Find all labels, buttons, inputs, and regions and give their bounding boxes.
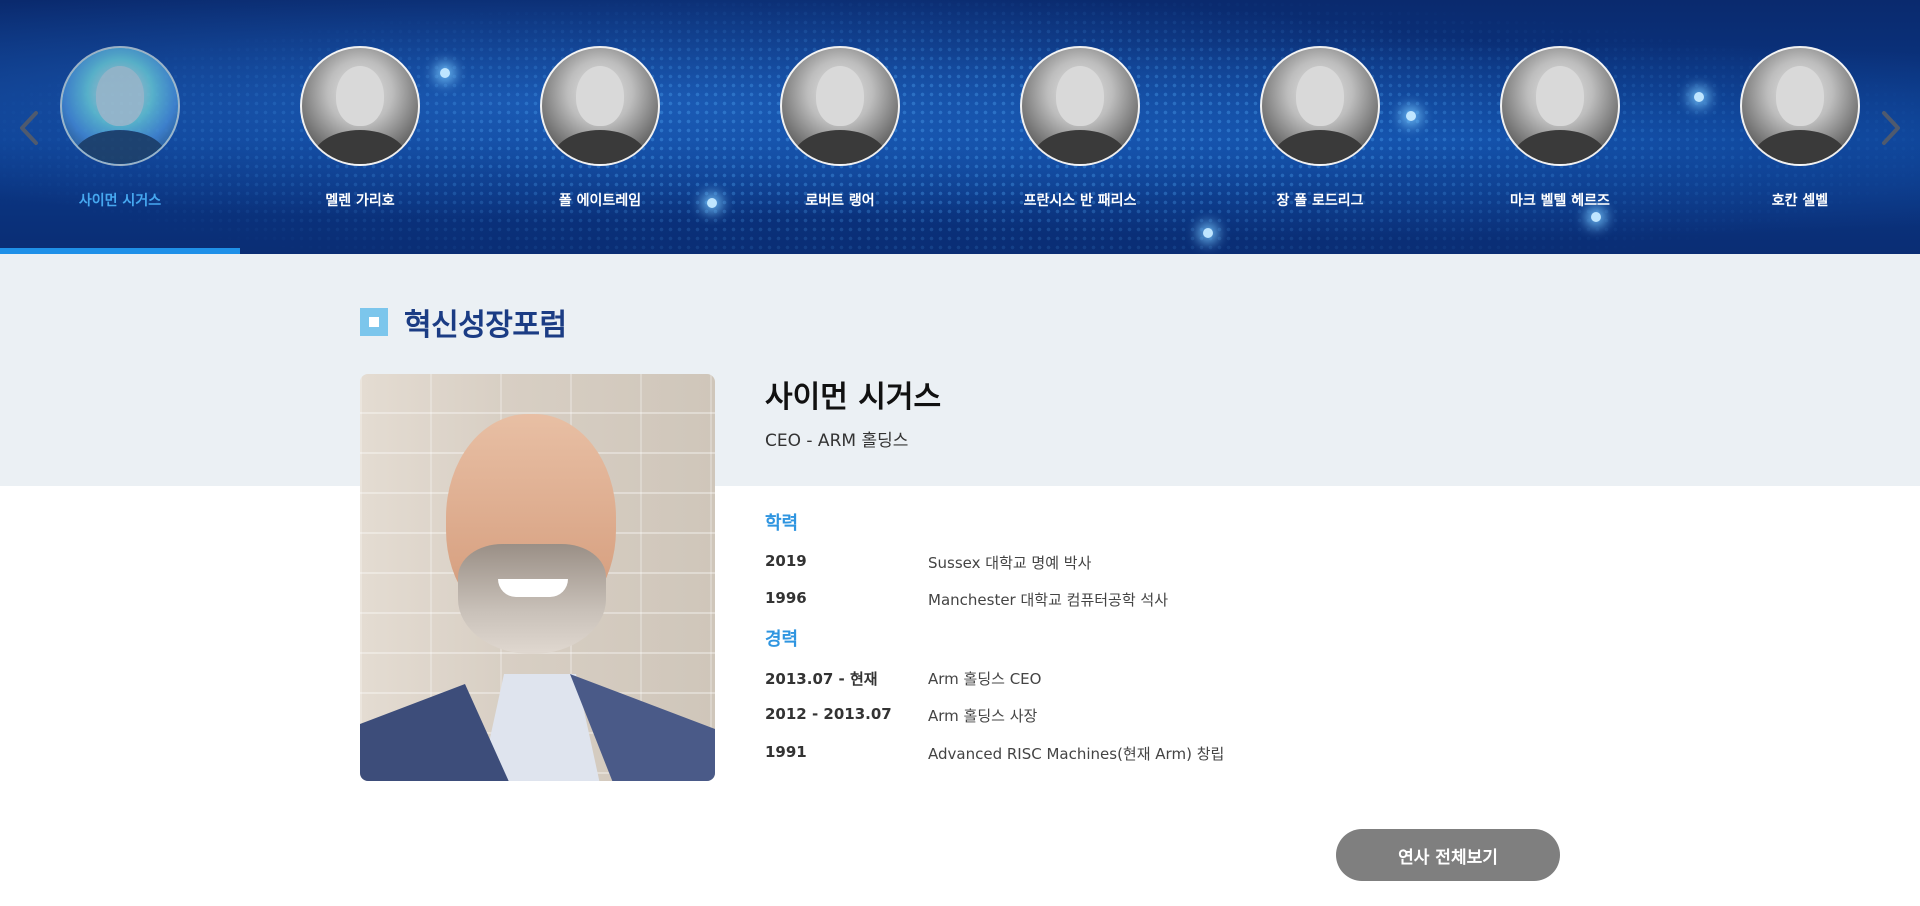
speaker-item[interactable]: 마크 벨텔 헤르즈 [1460, 46, 1660, 216]
speaker-item-name: 로버트 랭어 [805, 193, 875, 209]
section-title-text: 혁신성장포럼 [404, 308, 567, 343]
speaker-item[interactable]: 사이먼 시거스 [20, 46, 220, 216]
career-year: 2012 - 2013.07 [765, 705, 892, 723]
profile-header-band [0, 254, 1920, 486]
speaker-carousel: 사이먼 시거스 멜렌 가리호 폴 에이트레임 로버트 랭어 프란시스 반 패리스 장 폴 … [0, 0, 1920, 254]
education-desc: Manchester 대학교 컴퓨터공학 석사 [928, 591, 1169, 609]
speaker-item-name: 폴 에이트레임 [558, 193, 642, 209]
speaker-avatar [1740, 46, 1860, 166]
speaker-item-name: 마크 벨텔 헤르즈 [1510, 193, 1610, 209]
education-year: 2019 [765, 552, 807, 570]
speaker-name: 사이먼 시거스 [765, 380, 942, 415]
education-desc: Sussex 대학교 명예 박사 [928, 554, 1092, 572]
speaker-item[interactable]: 장 폴 로드리그 [1220, 46, 1420, 216]
speaker-avatar [1020, 46, 1140, 166]
career-item: 1991 Advanced RISC Machines(현재 Arm) 창립 [765, 743, 1224, 764]
career-desc: Advanced RISC Machines(현재 Arm) 창립 [928, 745, 1225, 763]
speaker-list: 사이먼 시거스 멜렌 가리호 폴 에이트레임 로버트 랭어 프란시스 반 패리스 장 폴 … [0, 0, 1920, 254]
speaker-avatar [540, 46, 660, 166]
career-item: 2012 - 2013.07 Arm 홀딩스 사장 [765, 705, 1037, 726]
career-heading: 경력 [765, 629, 799, 650]
section-title: 혁신성장포럼 [360, 300, 567, 344]
career-desc: Arm 홀딩스 사장 [928, 707, 1038, 725]
education-year: 1996 [765, 589, 807, 607]
speaker-item-name: 장 폴 로드리그 [1276, 193, 1364, 209]
speaker-role: CEO - ARM 홀딩스 [765, 431, 909, 451]
view-all-speakers-button[interactable]: 연사 전체보기 [1336, 829, 1560, 881]
career-desc: Arm 홀딩스 CEO [928, 670, 1042, 688]
speaker-avatar [300, 46, 420, 166]
speaker-item-name: 사이먼 시거스 [78, 193, 162, 209]
speaker-item-name: 프란시스 반 패리스 [1023, 193, 1137, 209]
speaker-item[interactable]: 호칸 셀벨 [1700, 46, 1900, 216]
education-item: 1996 Manchester 대학교 컴퓨터공학 석사 [765, 589, 1168, 610]
speaker-item[interactable]: 로버트 랭어 [740, 46, 940, 216]
career-item: 2013.07 - 현재 Arm 홀딩스 CEO [765, 668, 1041, 689]
square-bullet-icon [360, 308, 388, 336]
speaker-item[interactable]: 폴 에이트레임 [500, 46, 700, 216]
speaker-avatar [1500, 46, 1620, 166]
speaker-item-name: 멜렌 가리호 [325, 193, 395, 209]
speaker-item-name: 호칸 셀벨 [1771, 193, 1829, 209]
education-heading: 학력 [765, 513, 799, 534]
speaker-item[interactable]: 멜렌 가리호 [260, 46, 460, 216]
speaker-photo [360, 374, 715, 781]
education-item: 2019 Sussex 대학교 명예 박사 [765, 552, 1091, 573]
speaker-avatar [780, 46, 900, 166]
speaker-item[interactable]: 프란시스 반 패리스 [980, 46, 1180, 216]
speaker-avatar [1260, 46, 1380, 166]
speaker-avatar [60, 46, 180, 166]
career-year: 1991 [765, 743, 807, 761]
career-year: 2013.07 - 현재 [765, 670, 878, 688]
